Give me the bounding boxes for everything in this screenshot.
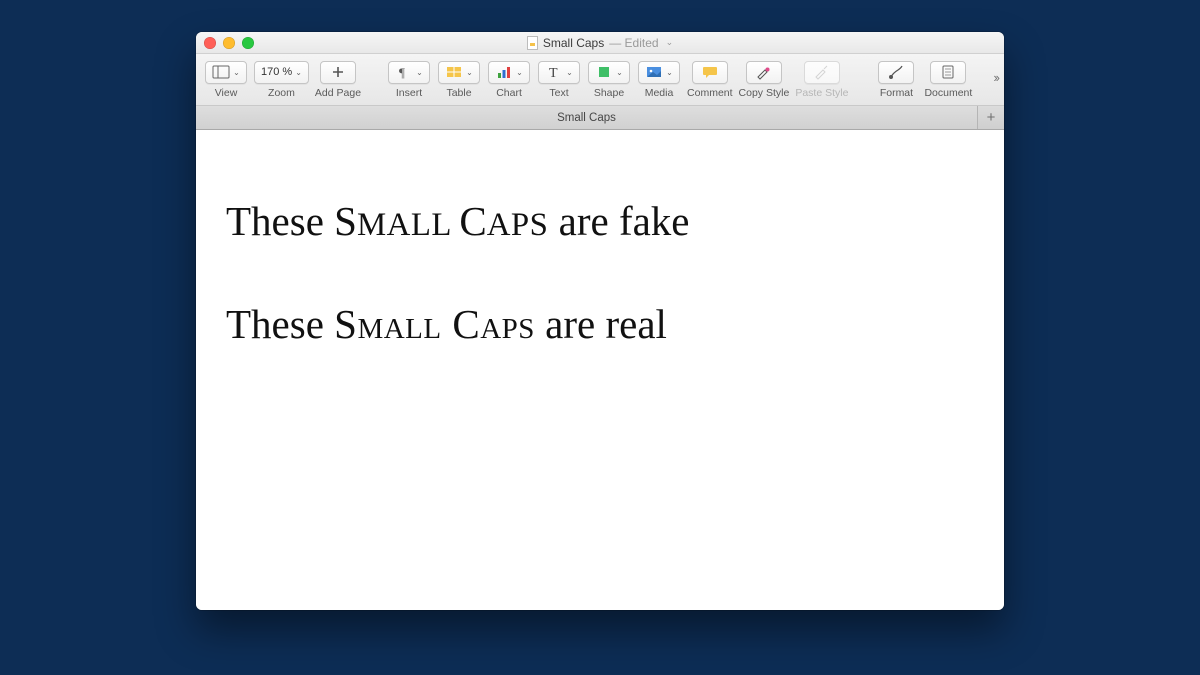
chevron-down-icon: ⌄ [295, 68, 302, 77]
view-button[interactable]: ⌄ [205, 61, 247, 84]
text-button[interactable]: T ⌄ [538, 61, 580, 84]
paste-style-item: Paste Style [795, 61, 848, 99]
chevron-down-icon: ⌄ [466, 68, 473, 77]
copy-style-button[interactable] [746, 61, 782, 84]
toolbar: ⌄ View 170 % ⌄ Zoom Add Page [196, 54, 1004, 106]
svg-text:T: T [549, 66, 558, 80]
add-page-item: Add Page [315, 61, 361, 99]
plus-icon [329, 64, 347, 80]
close-icon[interactable] [204, 37, 216, 49]
window-title[interactable]: Small Caps — Edited ⌄ [527, 36, 673, 50]
eyedropper-icon [755, 64, 773, 80]
media-icon [645, 64, 663, 80]
view-icon [212, 64, 230, 80]
title-dropdown-icon[interactable]: ⌄ [666, 37, 674, 48]
zoom-item: 170 % ⌄ Zoom [254, 61, 309, 99]
format-button[interactable] [878, 61, 914, 84]
app-window: Small Caps — Edited ⌄ ⌄ View 170 % ⌄ Zoo… [196, 32, 1004, 610]
add-page-button[interactable] [320, 61, 356, 84]
table-item: ⌄ Table [437, 61, 481, 99]
chevron-down-icon: ⌄ [233, 68, 240, 77]
svg-text:¶: ¶ [399, 65, 405, 80]
edited-indicator: — Edited [609, 36, 658, 50]
comment-icon [701, 64, 719, 80]
document-icon [527, 36, 538, 50]
chevron-down-icon: ⌄ [666, 68, 673, 77]
new-tab-button[interactable]: + [978, 106, 1004, 129]
page-icon [939, 64, 957, 80]
chart-item: ⌄ Chart [487, 61, 531, 99]
text-line-2[interactable]: These Small Caps are real [226, 301, 974, 348]
toolbar-overflow-icon[interactable]: ›› [993, 70, 998, 85]
comment-button[interactable] [692, 61, 728, 84]
shape-item: ⌄ Shape [587, 61, 631, 99]
text-icon: T [545, 64, 563, 80]
insert-button[interactable]: ¶ ⌄ [388, 61, 430, 84]
zoom-button[interactable]: 170 % ⌄ [254, 61, 309, 84]
document-button[interactable] [930, 61, 966, 84]
text-line-1[interactable]: These SMALL CAPS are fake [226, 198, 974, 245]
media-item: ⌄ Media [637, 61, 681, 99]
view-item: ⌄ View [204, 61, 248, 99]
chart-icon [495, 64, 513, 80]
shape-button[interactable]: ⌄ [588, 61, 630, 84]
titlebar[interactable]: Small Caps — Edited ⌄ [196, 32, 1004, 54]
brush-icon [887, 64, 905, 80]
format-item: Format [874, 61, 918, 99]
table-icon [445, 64, 463, 80]
document-canvas[interactable]: These SMALL CAPS are fake These Small Ca… [196, 130, 1004, 610]
plus-icon: + [987, 109, 996, 126]
insert-item: ¶ ⌄ Insert [387, 61, 431, 99]
zoom-value: 170 % [261, 66, 292, 78]
copy-style-item: Copy Style [739, 61, 790, 99]
pilcrow-icon: ¶ [395, 64, 413, 80]
media-button[interactable]: ⌄ [638, 61, 680, 84]
table-button[interactable]: ⌄ [438, 61, 480, 84]
document-tabs: Small Caps + [196, 106, 1004, 130]
chart-button[interactable]: ⌄ [488, 61, 530, 84]
window-controls [204, 37, 254, 49]
minimize-icon[interactable] [223, 37, 235, 49]
chevron-down-icon: ⌄ [516, 68, 523, 77]
paintbrush-icon [813, 64, 831, 80]
zoom-window-icon[interactable] [242, 37, 254, 49]
text-item: T ⌄ Text [537, 61, 581, 99]
chevron-down-icon: ⌄ [416, 68, 423, 77]
tab-small-caps[interactable]: Small Caps [196, 106, 978, 129]
doc-name: Small Caps [543, 36, 604, 50]
chevron-down-icon: ⌄ [616, 68, 623, 77]
comment-item: Comment [687, 61, 733, 99]
paste-style-button[interactable] [804, 61, 840, 84]
shape-icon [595, 64, 613, 80]
chevron-down-icon: ⌄ [566, 68, 573, 77]
document-item: Document [924, 61, 972, 99]
